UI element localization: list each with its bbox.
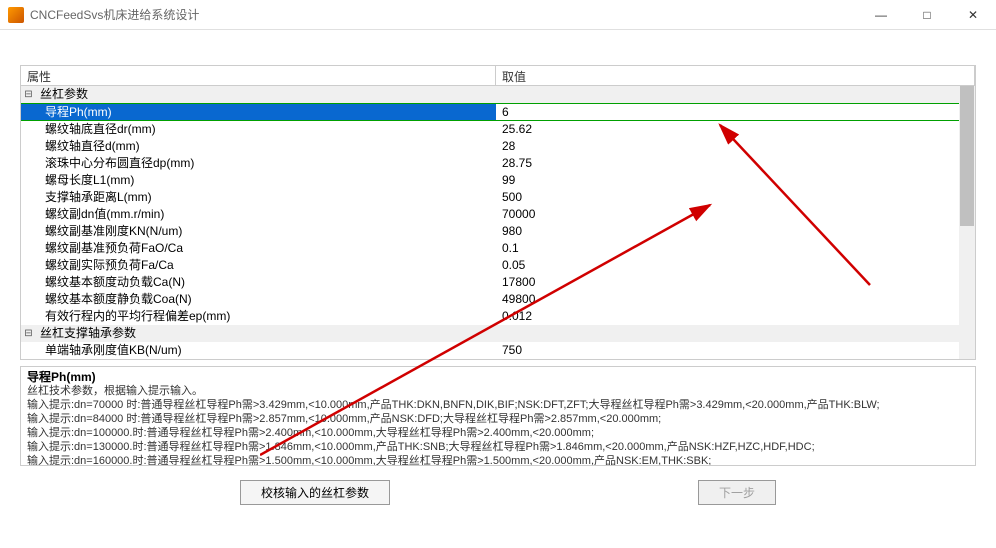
help-line: 输入提示:dn=100000.时:普通导程丝杠导程Ph需>2.400mm,<10… bbox=[27, 426, 969, 440]
property-name: 导程Ph(mm) bbox=[21, 104, 496, 120]
property-name: 螺母长度L1(mm) bbox=[21, 172, 496, 189]
property-value[interactable]: 70000 bbox=[496, 206, 975, 223]
property-value[interactable]: 28.75 bbox=[496, 155, 975, 172]
close-button[interactable]: ✕ bbox=[950, 0, 996, 30]
property-row[interactable]: 螺纹轴底直径dr(mm)25.62 bbox=[21, 121, 975, 138]
property-row[interactable]: 有效行程内的平均行程偏差ep(mm)0.012 bbox=[21, 308, 975, 325]
maximize-button[interactable]: □ bbox=[904, 0, 950, 30]
property-name: 有效行程内的平均行程偏差ep(mm) bbox=[21, 308, 496, 325]
expand-toggle-icon[interactable]: ⊟ bbox=[21, 86, 36, 103]
category-label: 丝杠支撑轴承参数 bbox=[36, 325, 511, 342]
scrollbar-thumb[interactable] bbox=[960, 86, 974, 226]
help-line: 输入提示:dn=160000.时:普通导程丝杠导程Ph需>1.500mm,<10… bbox=[27, 454, 969, 466]
property-name: 滚珠中心分布圆直径dp(mm) bbox=[21, 155, 496, 172]
help-panel: 导程Ph(mm) 丝杠技术参数，根据输入提示输入。输入提示:dn=70000 时… bbox=[20, 366, 976, 466]
help-title: 导程Ph(mm) bbox=[27, 370, 969, 384]
property-name: 支撑轴承距离L(mm) bbox=[21, 189, 496, 206]
grid-body: ⊟丝杠参数导程Ph(mm)6螺纹轴底直径dr(mm)25.62螺纹轴直径d(mm… bbox=[21, 86, 975, 359]
property-name: 单端轴承刚度值KB(N/um) bbox=[21, 342, 496, 359]
property-value[interactable]: 0.1 bbox=[496, 240, 975, 257]
help-line: 输入提示:dn=70000 时:普通导程丝杠导程Ph需>3.429mm,<10.… bbox=[27, 398, 969, 412]
property-value[interactable]: 28 bbox=[496, 138, 975, 155]
main-content: 属性 取值 ⊟丝杠参数导程Ph(mm)6螺纹轴底直径dr(mm)25.62螺纹轴… bbox=[0, 30, 996, 515]
property-value[interactable]: 0.05 bbox=[496, 257, 975, 274]
window-title: CNCFeedSvs机床进给系统设计 bbox=[30, 6, 199, 23]
property-row[interactable]: 单端轴承刚度值KB(N/um)750 bbox=[21, 342, 975, 359]
help-line: 输入提示:dn=130000.时:普通导程丝杠导程Ph需>1.846mm,<10… bbox=[27, 440, 969, 454]
property-name: 螺纹基本额度动负载Ca(N) bbox=[21, 274, 496, 291]
help-line: 输入提示:dn=84000 时:普通导程丝杠导程Ph需>2.857mm,<10.… bbox=[27, 412, 969, 426]
property-name: 螺纹轴直径d(mm) bbox=[21, 138, 496, 155]
minimize-button[interactable]: — bbox=[858, 0, 904, 30]
property-name: 螺纹基本额度静负载Coa(N) bbox=[21, 291, 496, 308]
property-grid: 属性 取值 ⊟丝杠参数导程Ph(mm)6螺纹轴底直径dr(mm)25.62螺纹轴… bbox=[20, 65, 976, 360]
next-button: 下一步 bbox=[698, 480, 776, 505]
header-attribute: 属性 bbox=[21, 66, 496, 85]
property-row[interactable]: 螺纹基本额度静负载Coa(N)49800 bbox=[21, 291, 975, 308]
property-value[interactable]: 17800 bbox=[496, 274, 975, 291]
property-row[interactable]: 滚珠中心分布圆直径dp(mm)28.75 bbox=[21, 155, 975, 172]
property-row[interactable]: 螺母长度L1(mm)99 bbox=[21, 172, 975, 189]
property-value[interactable]: 500 bbox=[496, 189, 975, 206]
verify-button[interactable]: 校核输入的丝杠参数 bbox=[240, 480, 390, 505]
property-row[interactable]: 螺纹轴直径d(mm)28 bbox=[21, 138, 975, 155]
property-row[interactable]: 螺纹副基准刚度KN(N/um)980 bbox=[21, 223, 975, 240]
property-value[interactable]: 980 bbox=[496, 223, 975, 240]
category-value bbox=[511, 325, 975, 342]
category-value bbox=[511, 86, 975, 103]
property-row[interactable]: 支撑轴承距离L(mm)500 bbox=[21, 189, 975, 206]
property-row[interactable]: 螺纹副基准预负荷FaO/Ca0.1 bbox=[21, 240, 975, 257]
property-row[interactable]: 导程Ph(mm)6 bbox=[21, 103, 975, 121]
window-controls: — □ ✕ bbox=[858, 0, 996, 30]
header-value: 取值 bbox=[496, 66, 975, 85]
property-value[interactable]: 49800 bbox=[496, 291, 975, 308]
category-row[interactable]: ⊟丝杠支撑轴承参数 bbox=[21, 325, 975, 342]
property-name: 螺纹轴底直径dr(mm) bbox=[21, 121, 496, 138]
property-name: 螺纹副dn值(mm.r/min) bbox=[21, 206, 496, 223]
button-row: 校核输入的丝杠参数 下一步 bbox=[20, 480, 976, 505]
expand-toggle-icon[interactable]: ⊟ bbox=[21, 325, 36, 342]
grid-header: 属性 取值 bbox=[21, 66, 975, 86]
property-value[interactable]: 25.62 bbox=[496, 121, 975, 138]
property-value[interactable]: 6 bbox=[496, 104, 959, 120]
help-line: 丝杠技术参数，根据输入提示输入。 bbox=[27, 384, 969, 398]
property-value[interactable]: 0.012 bbox=[496, 308, 975, 325]
property-value[interactable]: 99 bbox=[496, 172, 975, 189]
scrollbar[interactable] bbox=[959, 86, 975, 359]
property-row[interactable]: 螺纹副dn值(mm.r/min)70000 bbox=[21, 206, 975, 223]
app-icon bbox=[8, 7, 24, 23]
category-label: 丝杠参数 bbox=[36, 86, 511, 103]
property-value[interactable]: 750 bbox=[496, 342, 975, 359]
property-name: 螺纹副实际预负荷Fa/Ca bbox=[21, 257, 496, 274]
property-name: 螺纹副基准预负荷FaO/Ca bbox=[21, 240, 496, 257]
property-row[interactable]: 螺纹基本额度动负载Ca(N)17800 bbox=[21, 274, 975, 291]
category-row[interactable]: ⊟丝杠参数 bbox=[21, 86, 975, 103]
titlebar: CNCFeedSvs机床进给系统设计 — □ ✕ bbox=[0, 0, 996, 30]
property-row[interactable]: 螺纹副实际预负荷Fa/Ca0.05 bbox=[21, 257, 975, 274]
property-name: 螺纹副基准刚度KN(N/um) bbox=[21, 223, 496, 240]
